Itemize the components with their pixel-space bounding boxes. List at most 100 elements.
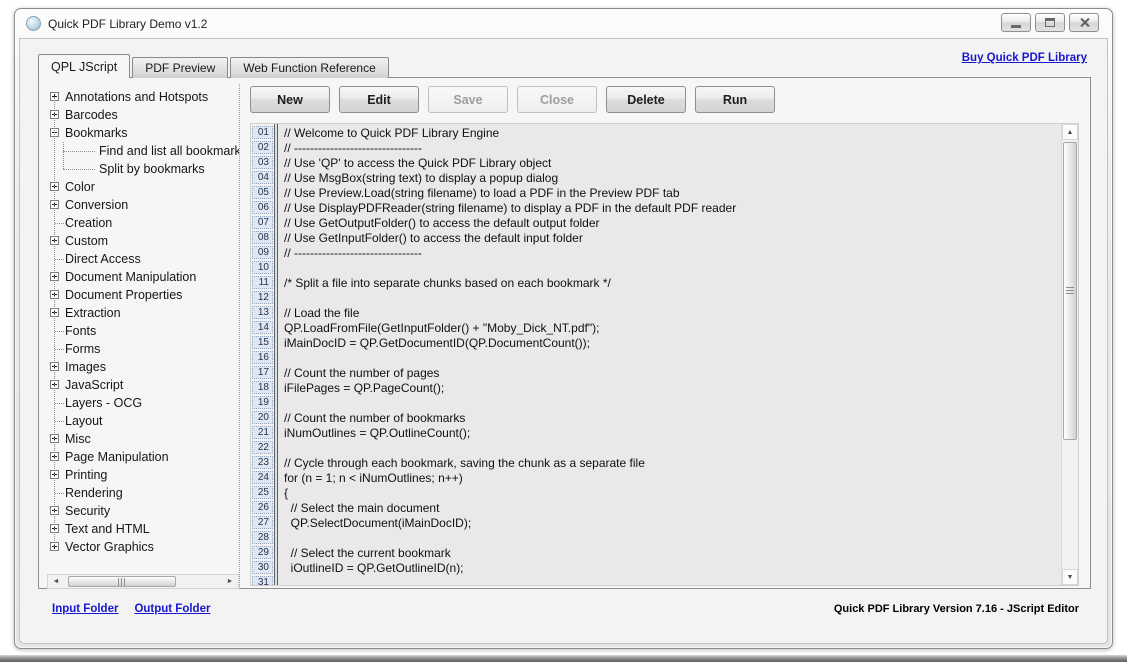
tree-item[interactable]: Fonts [47, 322, 239, 340]
buy-link[interactable]: Buy Quick PDF Library [962, 52, 1087, 64]
tree-item[interactable]: Layers - OCG [47, 394, 239, 412]
line-number: 11 [252, 276, 273, 289]
line-number: 15 [252, 336, 273, 349]
tree-item[interactable]: Barcodes [47, 106, 239, 124]
code-line: // Use GetOutputFolder() to access the d… [284, 216, 1061, 231]
tab-page-qpl-jscript: Annotations and Hotspots Barcodes Bookmark… [38, 77, 1091, 589]
line-number: 25 [252, 486, 273, 499]
scroll-right-button[interactable]: ► [222, 575, 238, 588]
maximize-icon [1045, 18, 1055, 27]
close-icon [1079, 17, 1090, 28]
tree-connector [55, 259, 64, 260]
code-line [284, 261, 1061, 276]
title-bar[interactable]: Quick PDF Library Demo v1.2 [15, 9, 1112, 38]
tree-item[interactable]: Printing [47, 466, 239, 484]
tree-item-label: Custom [65, 234, 108, 248]
input-folder-link[interactable]: Input Folder [52, 603, 118, 615]
run-button[interactable]: Run [695, 86, 775, 113]
tree-item[interactable]: Find and list all bookmarks [47, 142, 239, 160]
tree-item[interactable]: Document Manipulation [47, 268, 239, 286]
code-line: // Count the number of bookmarks [284, 411, 1061, 426]
scroll-down-button[interactable]: ▼ [1062, 569, 1078, 585]
tree-item[interactable]: Images [47, 358, 239, 376]
delete-button[interactable]: Delete [606, 86, 686, 113]
tree-item[interactable]: Split by bookmarks [47, 160, 239, 178]
maximize-button[interactable] [1035, 13, 1065, 32]
tab-pdf-preview[interactable]: PDF Preview [132, 57, 228, 78]
tree-connector [63, 169, 95, 170]
tree-horizontal-scrollbar[interactable]: ◄ ► [47, 574, 239, 589]
line-number: 19 [252, 396, 273, 409]
minimize-button[interactable] [1001, 13, 1031, 32]
output-folder-link[interactable]: Output Folder [134, 603, 210, 615]
new-button[interactable]: New [250, 86, 330, 113]
arrow-down-icon: ▼ [1067, 574, 1074, 581]
folder-links: Input Folder Output Folder [52, 603, 210, 615]
tree-item[interactable]: Misc [47, 430, 239, 448]
tree-connector [55, 223, 64, 224]
tree-item[interactable]: Custom [47, 232, 239, 250]
tab-qpl-jscript[interactable]: QPL JScript [38, 54, 130, 78]
tree-item-label: Creation [65, 216, 112, 230]
scroll-left-button[interactable]: ◄ [48, 575, 64, 588]
code-line: for (n = 1; n < iNumOutlines; n++) [284, 471, 1061, 486]
code-line: // -------------------------------- [284, 141, 1061, 156]
code-line: // Select the current bookmark [284, 546, 1061, 561]
close-button: Close [517, 86, 597, 113]
tree-item-label: Fonts [65, 324, 96, 338]
grip-icon [118, 578, 126, 586]
tree-item[interactable]: Annotations and Hotspots [47, 88, 239, 106]
tree-item-label: Security [65, 504, 110, 518]
tree-item[interactable]: Text and HTML [47, 520, 239, 538]
code-line: { [284, 486, 1061, 501]
tree-item[interactable]: Bookmarks [47, 124, 239, 142]
tree-item-label: Layout [65, 414, 103, 428]
tree-item[interactable]: Vector Graphics [47, 538, 239, 556]
code-line: // Select the main document [284, 501, 1061, 516]
script-editor[interactable]: 0102030405060708091011121314151617181920… [250, 123, 1079, 586]
code-line [284, 531, 1061, 546]
editor-vertical-scrollbar[interactable]: ▲ ▼ [1061, 124, 1078, 585]
tree-item[interactable]: JavaScript [47, 376, 239, 394]
line-number: 08 [252, 231, 273, 244]
tree-item[interactable]: Rendering [47, 484, 239, 502]
edit-button[interactable]: Edit [339, 86, 419, 113]
minimize-icon [1011, 25, 1021, 28]
tree-item[interactable]: Page Manipulation [47, 448, 239, 466]
tree-item[interactable]: Color [47, 178, 239, 196]
vertical-scrollbar-thumb[interactable] [1063, 142, 1077, 440]
tree-item[interactable]: Security [47, 502, 239, 520]
tab-web-function-reference[interactable]: Web Function Reference [230, 57, 389, 78]
line-number: 31 [252, 576, 273, 585]
tree-item[interactable]: Forms [47, 340, 239, 358]
tree-item[interactable]: Direct Access [47, 250, 239, 268]
function-tree[interactable]: Annotations and Hotspots Barcodes Bookmark… [47, 84, 240, 589]
tree-item-label: Barcodes [65, 108, 118, 122]
tree-item[interactable]: Document Properties [47, 286, 239, 304]
code-line: // Use 'QP' to access the Quick PDF Libr… [284, 156, 1061, 171]
line-number: 29 [252, 546, 273, 559]
code-line: // -------------------------------- [284, 246, 1061, 261]
line-number: 04 [252, 171, 273, 184]
close-button[interactable] [1069, 13, 1099, 32]
code-line: // Load the file [284, 306, 1061, 321]
arrow-left-icon: ◄ [53, 578, 60, 585]
grip-icon [1066, 287, 1074, 295]
line-number: 09 [252, 246, 273, 259]
tree-item-label: Document Manipulation [65, 270, 196, 284]
code-line: iNumOutlines = QP.OutlineCount(); [284, 426, 1061, 441]
line-number: 17 [252, 366, 273, 379]
tree-item[interactable]: Creation [47, 214, 239, 232]
tree-item[interactable]: Extraction [47, 304, 239, 322]
code-area[interactable]: // Welcome to Quick PDF Library Engine//… [278, 124, 1061, 585]
code-line: // Use GetInputFolder() to access the de… [284, 231, 1061, 246]
horizontal-scrollbar-thumb[interactable] [68, 576, 176, 587]
toolbar: NewEditSaveCloseDeleteRun [250, 86, 775, 113]
tree-item[interactable]: Conversion [47, 196, 239, 214]
scroll-up-button[interactable]: ▲ [1062, 124, 1078, 140]
tree-item-label: Bookmarks [65, 126, 128, 140]
tree-item[interactable]: Layout [47, 412, 239, 430]
code-line: // Cycle through each bookmark, saving t… [284, 456, 1061, 471]
tree-rail [54, 97, 55, 547]
tree-item-label: Forms [65, 342, 100, 356]
